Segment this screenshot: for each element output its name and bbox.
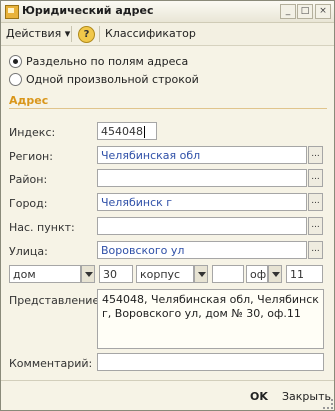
locality-select-button[interactable]: ...: [308, 217, 323, 235]
index-input[interactable]: 454048: [97, 122, 157, 140]
title-bar: Юридический адрес _ □ ×: [1, 1, 334, 23]
radio-free-label: Одной произвольной строкой: [26, 72, 199, 86]
radio-fields-label: Раздельно по полям адреса: [26, 54, 189, 68]
chevron-down-icon[interactable]: [81, 265, 95, 283]
address-dialog: Юридический адрес _ □ × Действия ▾ ? Кла…: [0, 0, 335, 411]
classifier-button[interactable]: Классификатор: [105, 27, 196, 40]
text-cursor: [144, 126, 145, 138]
office-number-input[interactable]: 11: [286, 265, 323, 283]
footer-divider: [1, 380, 334, 381]
radio-mode-fields[interactable]: Раздельно по полям адреса: [9, 54, 188, 68]
radio-fields-icon[interactable]: [9, 54, 22, 68]
street-label: Улица:: [9, 245, 48, 258]
region-input[interactable]: Челябинская обл: [97, 146, 307, 164]
city-select-button[interactable]: ...: [308, 193, 323, 211]
chevron-down-icon[interactable]: [268, 265, 282, 283]
region-label: Регион:: [9, 150, 53, 163]
building-type-select[interactable]: корпус: [136, 265, 194, 283]
radio-mode-free[interactable]: Одной произвольной строкой: [9, 72, 199, 86]
building-number-input[interactable]: [212, 265, 244, 283]
actions-menu[interactable]: Действия ▾: [6, 27, 70, 40]
minimize-button[interactable]: _: [280, 4, 296, 19]
resize-grip-icon[interactable]: [323, 399, 333, 409]
street-select-button[interactable]: ...: [308, 241, 323, 259]
window-title: Юридический адрес: [22, 4, 154, 17]
city-input[interactable]: Челябинск г: [97, 193, 307, 211]
radio-free-icon[interactable]: [9, 72, 22, 86]
form-icon: [5, 5, 19, 19]
toolbar: Действия ▾ ? Классификатор: [1, 23, 334, 46]
index-label: Индекс:: [9, 126, 56, 139]
presentation-textarea[interactable]: 454048, Челябинская обл, Челябинск г, Во…: [97, 289, 324, 349]
chevron-down-icon[interactable]: [194, 265, 208, 283]
group-divider: [9, 108, 327, 109]
house-number-input[interactable]: 30: [99, 265, 133, 283]
district-label: Район:: [9, 173, 48, 186]
toolbar-separator: [71, 26, 72, 42]
ok-button[interactable]: OK: [250, 390, 268, 403]
help-icon[interactable]: ?: [78, 26, 95, 43]
address-group-title: Адрес: [9, 94, 49, 107]
office-type-select[interactable]: оф.: [246, 265, 268, 283]
locality-input[interactable]: [97, 217, 307, 235]
maximize-button[interactable]: □: [297, 4, 313, 19]
house-type-select[interactable]: дом: [9, 265, 81, 283]
district-input[interactable]: [97, 169, 307, 187]
presentation-label: Представление:: [9, 294, 103, 307]
region-select-button[interactable]: ...: [308, 146, 323, 164]
comment-label: Комментарий:: [9, 357, 93, 370]
locality-label: Нас. пункт:: [9, 221, 75, 234]
district-select-button[interactable]: ...: [308, 169, 323, 187]
close-window-button[interactable]: ×: [315, 4, 331, 19]
city-label: Город:: [9, 197, 48, 210]
street-input[interactable]: Воровского ул: [97, 241, 307, 259]
toolbar-separator: [99, 26, 100, 42]
comment-input[interactable]: [97, 353, 324, 371]
